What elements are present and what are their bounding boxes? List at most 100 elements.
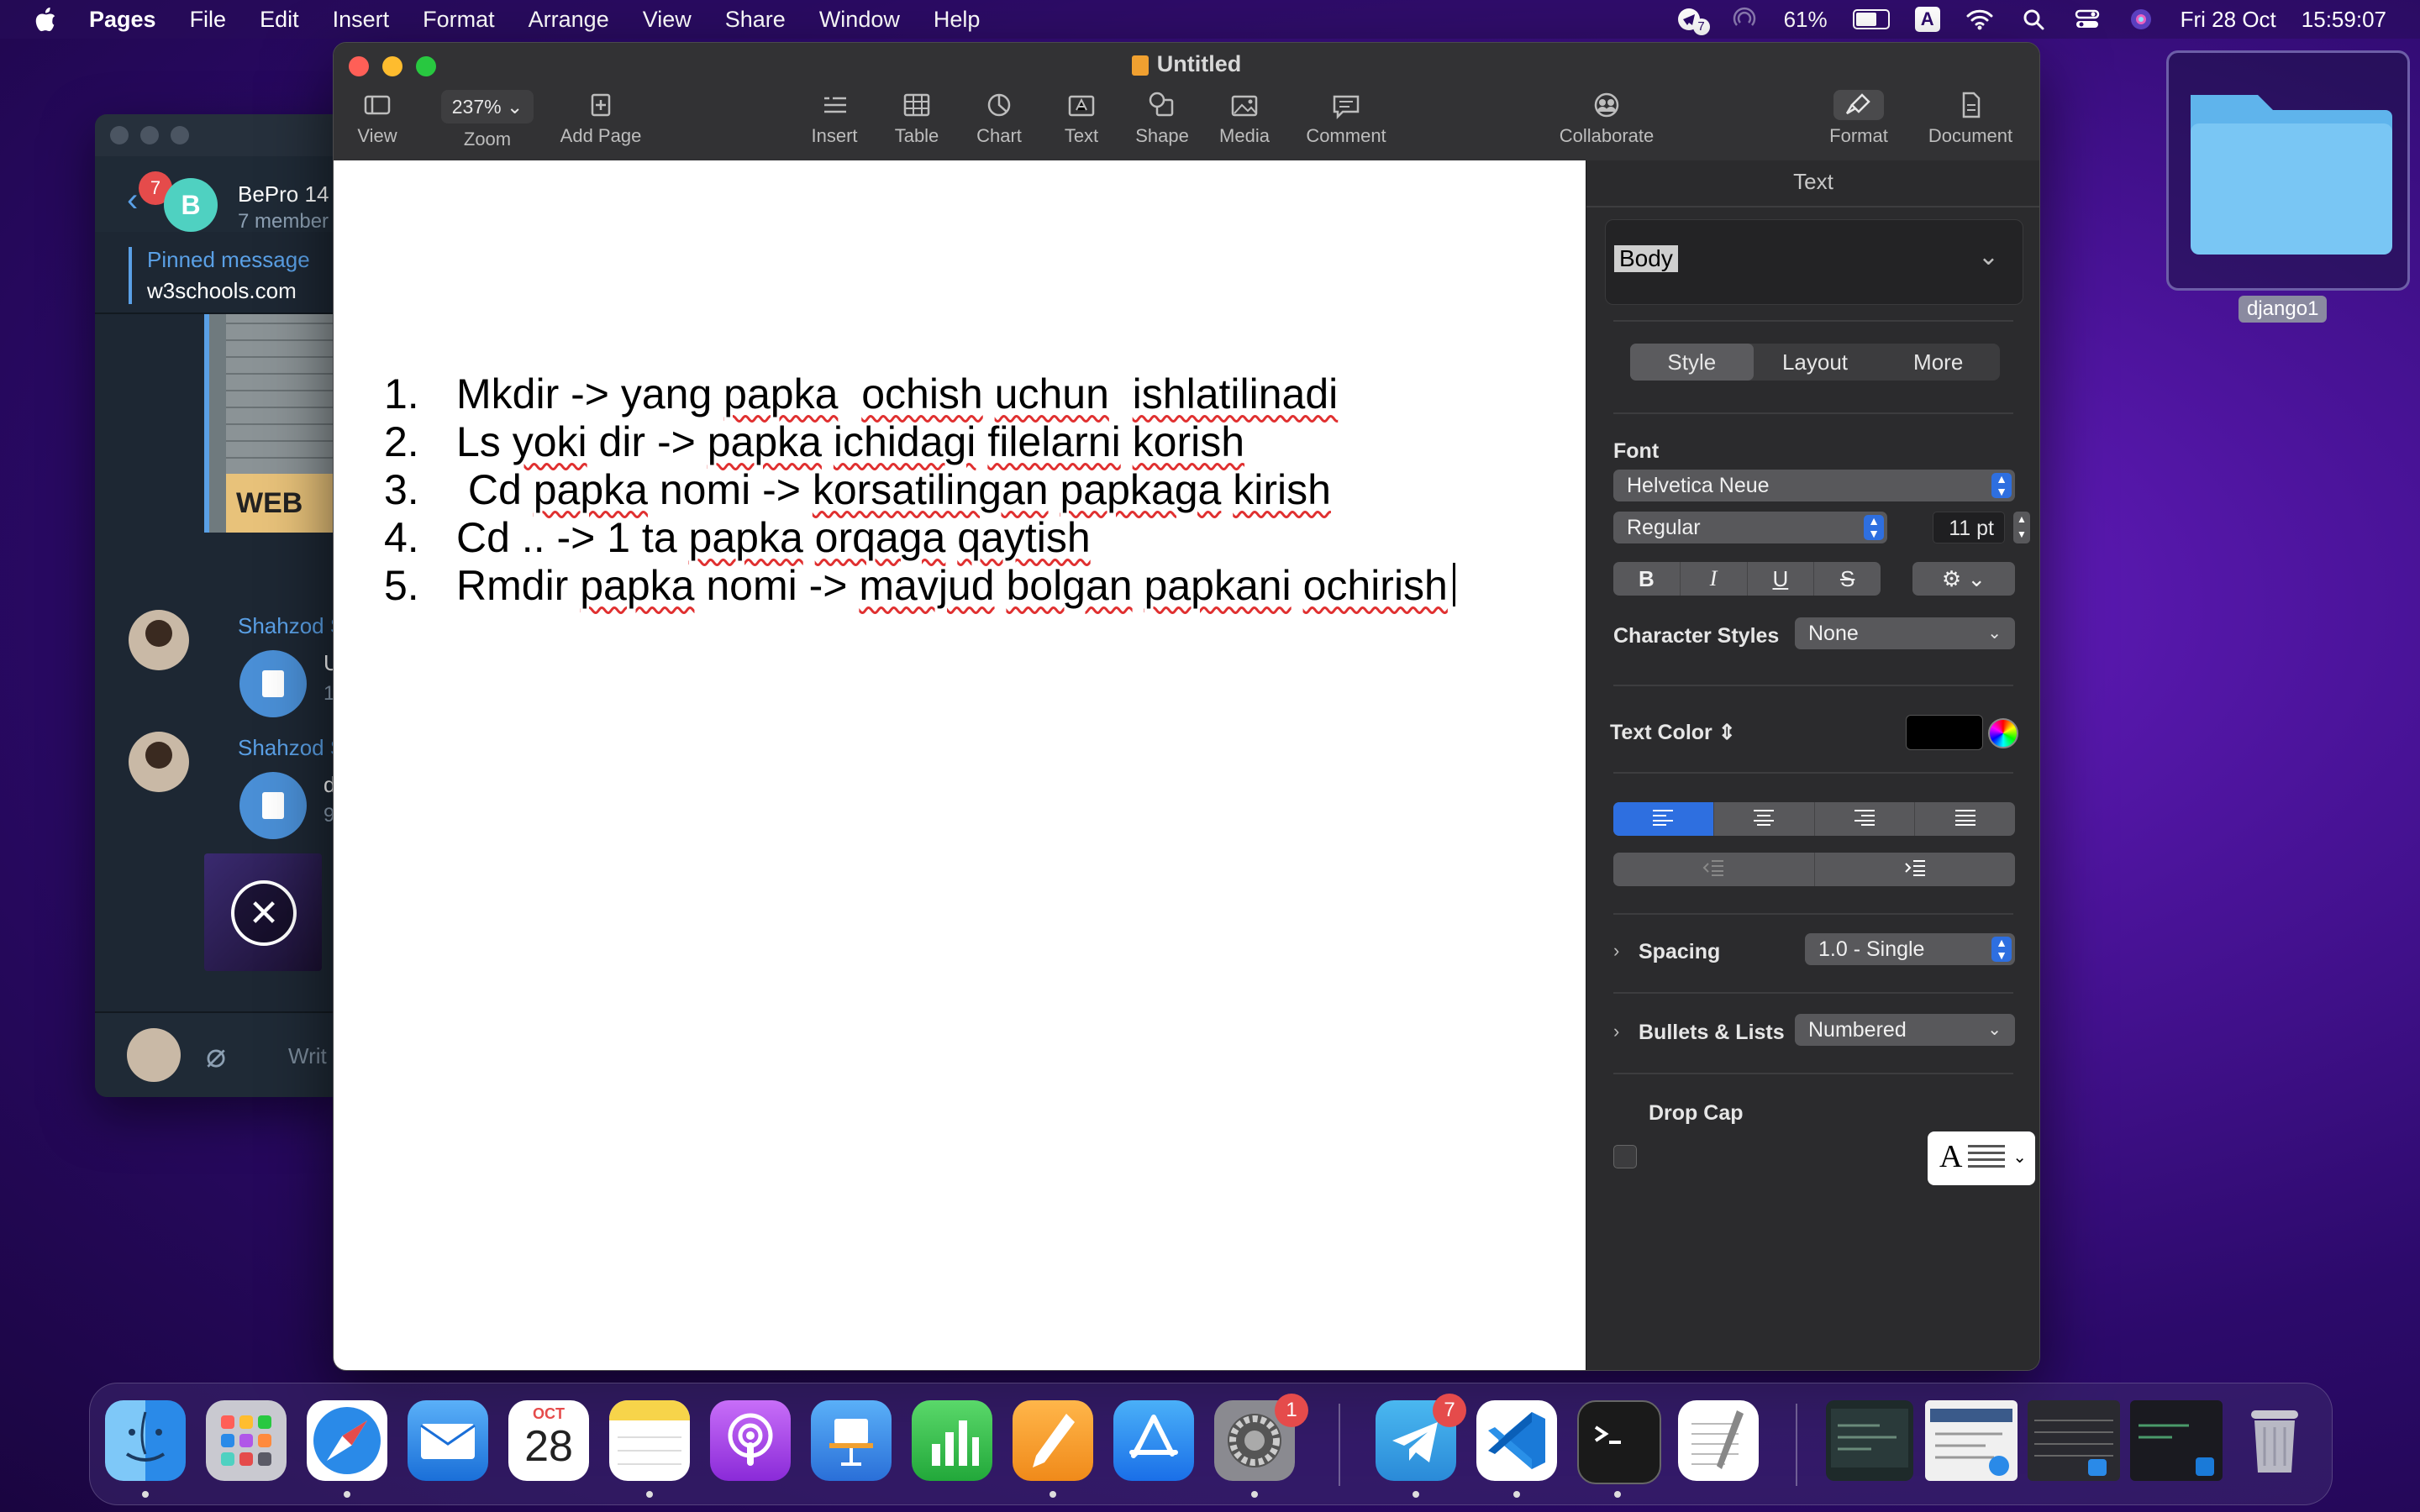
wifi-icon[interactable] [1965, 7, 1994, 32]
trash-icon[interactable] [2234, 1400, 2315, 1481]
view-button[interactable]: View [349, 90, 406, 147]
align-center-button[interactable] [1714, 802, 1815, 836]
shape-button[interactable]: Shape [1128, 90, 1196, 147]
text-color-label[interactable]: Text Color ⇕ [1610, 720, 1736, 745]
list-item[interactable]: 5. Rmdir papka nomi -> mavjud bolgan papk… [384, 562, 1455, 610]
menu-edit[interactable]: Edit [260, 7, 299, 33]
sender-name[interactable]: Shahzod Sha [238, 613, 347, 639]
my-avatar[interactable] [127, 1028, 181, 1082]
terminal-icon[interactable] [1577, 1400, 1661, 1484]
tab-layout[interactable]: Layout [1754, 344, 1877, 381]
menubar-time[interactable]: 15:59:07 [2302, 7, 2386, 33]
minimized-window-thumbnail[interactable] [2028, 1400, 2120, 1481]
battery-icon[interactable] [1852, 9, 1890, 29]
podcasts-icon[interactable] [710, 1400, 791, 1481]
list-item[interactable]: 3. Cd papka nomi -> korsatilingan papkag… [384, 466, 1455, 514]
telegram-close-button[interactable] [110, 126, 129, 144]
pages-app-icon[interactable] [1013, 1400, 1093, 1481]
media-button[interactable]: Media [1211, 90, 1278, 147]
group-title[interactable]: BePro 14 [238, 181, 329, 207]
table-button[interactable]: Table [883, 90, 950, 147]
sender-name[interactable]: Shahzod Sha [238, 735, 347, 761]
minimized-window-thumbnail[interactable] [1925, 1400, 2018, 1481]
video-message[interactable]: ✕ [204, 853, 322, 971]
font-weight-popup[interactable]: Regular ▲ ▼ [1613, 512, 1887, 543]
advanced-options-button[interactable]: ⚙ ⌄ [1912, 562, 2015, 596]
input-source-icon[interactable]: A [1914, 7, 1940, 32]
menu-file[interactable]: File [190, 7, 227, 33]
zoom-popup[interactable]: 237% ⌄ [441, 90, 534, 123]
font-family-popup[interactable]: Helvetica Neue ▲ ▼ [1613, 470, 2015, 501]
back-arrow-icon[interactable]: ‹ [127, 181, 138, 219]
add-page-button[interactable]: Add Page [550, 90, 651, 147]
menu-view[interactable]: View [643, 7, 692, 33]
numbered-list[interactable]: 1. Mkdir -> yang papka ochish uchun ishla… [384, 370, 1455, 610]
chart-button[interactable]: Chart [965, 90, 1033, 147]
airdrop-icon[interactable] [1730, 7, 1759, 32]
minimized-window-thumbnail[interactable] [1826, 1400, 1913, 1481]
calendar-icon[interactable]: OCT 28 [508, 1400, 589, 1481]
minimized-window-thumbnail[interactable] [2130, 1400, 2223, 1481]
message-input[interactable]: Writ [288, 1043, 327, 1069]
notes-icon[interactable] [609, 1400, 690, 1481]
file-icon[interactable] [239, 650, 307, 717]
finder-icon[interactable] [105, 1400, 186, 1481]
insert-button[interactable]: Insert [801, 90, 868, 147]
list-item[interactable]: 4. Cd .. -> 1 ta papka orqaga qaytish [384, 514, 1455, 562]
increase-indent-button[interactable] [1815, 853, 2016, 886]
spacing-label[interactable]: Spacing [1639, 940, 1720, 964]
launchpad-icon[interactable] [206, 1400, 287, 1481]
align-right-button[interactable] [1815, 802, 1916, 836]
font-size-stepper[interactable]: ▲ ▼ [2013, 512, 2030, 543]
app-store-icon[interactable] [1113, 1400, 1194, 1481]
italic-button[interactable]: I [1681, 562, 1748, 596]
format-button[interactable]: Format [1821, 90, 1897, 147]
sender-avatar[interactable] [129, 610, 189, 670]
menu-help[interactable]: Help [934, 7, 981, 33]
textedit-icon[interactable] [1678, 1400, 1759, 1481]
file-icon[interactable] [239, 772, 307, 839]
decrease-indent-button[interactable] [1613, 853, 1815, 886]
telegram-status-icon[interactable]: 7 [1676, 7, 1710, 35]
underline-button[interactable]: U [1748, 562, 1815, 596]
attach-icon[interactable]: ⌀ [206, 1037, 226, 1075]
spacing-popup[interactable]: 1.0 - Single ▲ ▼ [1805, 933, 2015, 965]
list-item[interactable]: 1. Mkdir -> yang papka ochish uchun ishla… [384, 370, 1455, 418]
sender-avatar[interactable] [129, 732, 189, 792]
menu-window[interactable]: Window [819, 7, 900, 33]
desktop-folder-selection[interactable] [2166, 50, 2410, 291]
control-center-icon[interactable] [2073, 7, 2102, 32]
desktop-folder-label[interactable]: django1 [2238, 296, 2328, 323]
pinned-message[interactable]: Pinned message w3schools.com [129, 247, 310, 304]
menu-arrange[interactable]: Arrange [529, 7, 609, 33]
keynote-icon[interactable] [811, 1400, 892, 1481]
character-styles-popup[interactable]: None ⌄ [1795, 617, 2015, 649]
font-size-field[interactable]: 11 pt [1933, 512, 2005, 543]
align-left-button[interactable] [1613, 802, 1714, 836]
apple-menu-icon[interactable] [34, 7, 57, 32]
strikethrough-button[interactable]: S [1814, 562, 1881, 596]
bullets-lists-popup[interactable]: Numbered ⌄ [1795, 1014, 2015, 1046]
cancel-download-icon[interactable]: ✕ [231, 880, 297, 946]
image-message[interactable]: WEB [204, 314, 335, 533]
menu-app-name[interactable]: Pages [89, 7, 156, 33]
telegram-zoom-button[interactable] [171, 126, 189, 144]
numbers-icon[interactable] [912, 1400, 992, 1481]
zoom-control[interactable]: 237% ⌄ Zoom [433, 90, 542, 150]
menu-format[interactable]: Format [423, 7, 495, 33]
drop-cap-checkbox[interactable] [1613, 1145, 1637, 1168]
bullets-lists-label[interactable]: Bullets & Lists [1639, 1021, 1785, 1045]
document-canvas[interactable]: 1. Mkdir -> yang papka ochish uchun ishla… [334, 160, 1586, 1370]
justify-button[interactable] [1915, 802, 2015, 836]
mail-icon[interactable] [408, 1400, 488, 1481]
menu-share[interactable]: Share [725, 7, 786, 33]
group-avatar[interactable]: B [164, 178, 218, 232]
color-wheel-icon[interactable] [1988, 718, 2018, 748]
list-item[interactable]: 2. Ls yoki dir -> papka ichidagi filelarn… [384, 418, 1455, 466]
vscode-icon[interactable] [1476, 1400, 1557, 1481]
paragraph-style-popup[interactable]: Body ⌄ [1605, 219, 2023, 305]
tab-more[interactable]: More [1876, 344, 2000, 381]
document-button[interactable]: Document [1922, 90, 2019, 147]
bold-button[interactable]: B [1613, 562, 1681, 596]
menubar-date[interactable]: Fri 28 Oct [2181, 7, 2276, 33]
